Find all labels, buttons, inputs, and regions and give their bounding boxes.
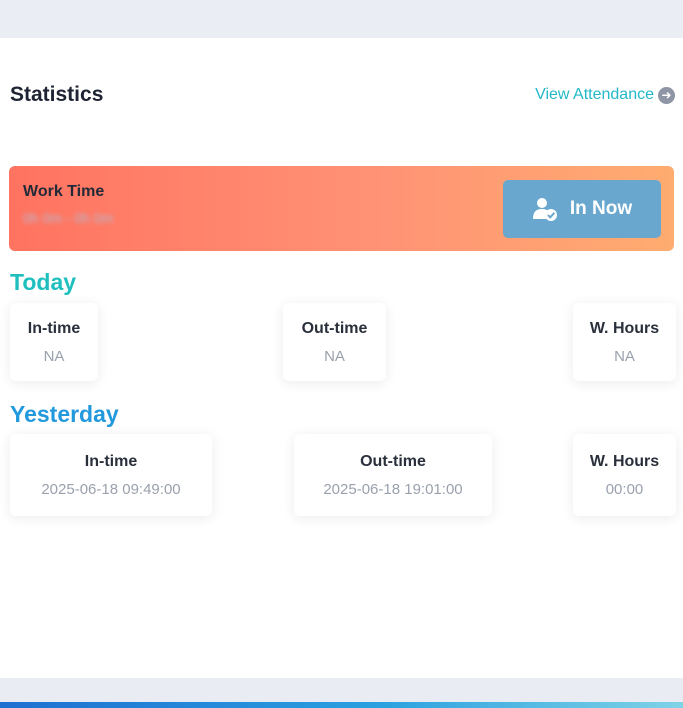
yesterday-hours-stat: W. Hours 00:00	[573, 434, 676, 516]
yesterday-hours-value: 00:00	[605, 481, 644, 498]
yesterday-hours-label: W. Hours	[589, 453, 660, 470]
today-in-time-value: NA	[43, 348, 65, 365]
statistics-title: Statistics	[10, 83, 104, 106]
user-check-icon	[532, 198, 557, 221]
yesterday-in-time-value: 2025-06-18 09:49:00	[41, 481, 181, 498]
yesterday-title: Yesterday	[10, 401, 119, 427]
yesterday-in-time-label: In-time	[84, 453, 138, 470]
today-out-time-stat: Out-time NA	[283, 303, 386, 381]
yesterday-out-time-stat: Out-time 2025-06-18 19:01:00	[294, 434, 492, 516]
today-out-time-value: NA	[324, 348, 345, 365]
in-now-label: In Now	[569, 198, 633, 219]
today-in-time-label: In-time	[27, 320, 81, 337]
yesterday-out-time-label: Out-time	[360, 453, 426, 470]
yesterday-in-time-stat: In-time 2025-06-18 09:49:00	[10, 434, 212, 516]
today-hours-label: W. Hours	[589, 320, 660, 337]
today-hours-value: NA	[614, 348, 635, 365]
work-time-label: Work Time	[23, 183, 105, 200]
work-time-banner: Work Time 0h 0m - 0h 0m In Now	[9, 166, 674, 251]
top-band	[0, 0, 683, 38]
view-attendance-label: View Attendance	[535, 86, 654, 103]
in-now-button[interactable]: In Now	[503, 180, 661, 238]
view-attendance-link[interactable]: View Attendance ➜	[535, 86, 675, 104]
today-out-time-label: Out-time	[301, 320, 368, 337]
arrow-right-circle-icon: ➜	[658, 86, 675, 104]
work-time-subtext: 0h 0m - 0h 0m	[23, 210, 114, 226]
bottom-band	[0, 678, 683, 702]
today-in-time-stat: In-time NA	[10, 303, 98, 381]
yesterday-out-time-value: 2025-06-18 19:01:00	[323, 481, 463, 498]
today-hours-stat: W. Hours NA	[573, 303, 676, 381]
today-title: Today	[10, 269, 77, 295]
bottom-accent-bar	[0, 702, 683, 708]
